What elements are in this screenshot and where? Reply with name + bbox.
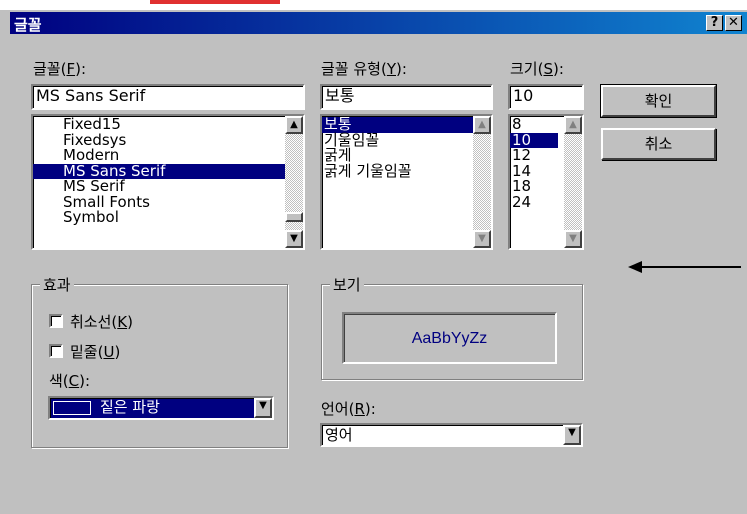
size-label: 크기(S): — [510, 58, 564, 79]
scroll-down-icon[interactable]: ▼ — [564, 230, 582, 248]
script-label: 언어(R): — [321, 398, 376, 419]
color-mnemonic: C — [68, 372, 80, 390]
cancel-button[interactable]: 취소 — [601, 128, 716, 160]
effects-group — [31, 284, 288, 448]
style-label: 글꼴 유형(Y): — [321, 58, 407, 79]
script-label-text: 언어( — [321, 400, 355, 418]
color-swatch — [53, 401, 91, 415]
font-label-end: ): — [75, 60, 86, 78]
ok-button[interactable]: 확인 — [600, 84, 717, 118]
font-list-scrollbar[interactable]: ▲ ▼ — [285, 116, 303, 248]
style-label-end: ): — [396, 60, 407, 78]
strikeout-label[interactable]: 취소선(K) — [70, 311, 133, 332]
scroll-down-icon[interactable]: ▼ — [285, 230, 303, 248]
sample-preview: AaBbYyZz — [342, 312, 557, 364]
underline-mnemonic: U — [103, 343, 115, 361]
font-input[interactable]: MS Sans Serif — [31, 84, 305, 110]
script-value: 영어 — [325, 426, 353, 444]
size-label-end: ): — [552, 60, 564, 78]
font-mnemonic: F — [66, 60, 76, 78]
size-list-item[interactable]: 24 — [510, 194, 558, 211]
underline-label-text: 밑줄( — [70, 343, 104, 361]
size-input[interactable]: 10 — [508, 84, 584, 110]
close-button[interactable]: ✕ — [725, 15, 742, 31]
font-list[interactable]: Fixed15 Fixedsys Modern MS Sans Serif MS Ser… — [31, 114, 305, 250]
color-label: 색(C): — [49, 370, 90, 391]
size-list-items: 8 10 12 14 18 24 — [510, 116, 558, 210]
size-list[interactable]: 8 10 12 14 18 24 ▲ ▼ — [508, 114, 584, 250]
font-list-items: Fixed15 Fixedsys Modern MS Sans Serif MS Ser… — [33, 116, 303, 226]
effects-title: 효과 — [40, 274, 74, 295]
strikeout-label-text: 취소선( — [70, 313, 118, 331]
sample-text: AaBbYyZz — [411, 330, 488, 347]
style-input[interactable]: 보통 — [320, 84, 493, 110]
scroll-up-icon[interactable]: ▲ — [473, 116, 491, 134]
background-red-mark — [150, 0, 280, 4]
script-select[interactable]: 영어 ▼ — [320, 423, 583, 447]
color-select[interactable]: 짙은 파랑 ▼ — [48, 396, 274, 420]
style-list[interactable]: 보통 기울임꼴 굵게 굵게 기울임꼴 ▲ ▼ — [320, 114, 493, 250]
color-label-text: 색( — [49, 372, 69, 390]
color-label-end: ): — [79, 372, 91, 390]
sample-title: 보기 — [330, 274, 364, 295]
style-label-text: 글꼴 유형( — [321, 60, 387, 78]
font-list-item[interactable]: Symbol — [33, 210, 303, 226]
font-label: 글꼴(F): — [33, 58, 86, 79]
scroll-up-icon[interactable]: ▲ — [564, 116, 582, 134]
style-list-items: 보통 기울임꼴 굵게 굵게 기울임꼴 — [322, 116, 491, 179]
scroll-thumb[interactable] — [285, 212, 303, 222]
style-list-scrollbar[interactable]: ▲ ▼ — [473, 116, 491, 248]
strikeout-label-end: ) — [127, 313, 133, 331]
scroll-up-icon[interactable]: ▲ — [285, 116, 303, 134]
script-mnemonic: R — [354, 400, 365, 418]
annotation-arrow-icon — [628, 261, 642, 273]
scroll-down-icon[interactable]: ▼ — [473, 230, 491, 248]
strikeout-mnemonic: K — [117, 313, 128, 331]
style-list-item[interactable]: 굵게 기울임꼴 — [322, 163, 491, 180]
underline-label[interactable]: 밑줄(U) — [70, 341, 120, 362]
size-label-text: 크기( — [510, 60, 544, 78]
size-mnemonic: S — [543, 60, 553, 78]
dropdown-icon[interactable]: ▼ — [254, 398, 272, 418]
dropdown-icon[interactable]: ▼ — [563, 425, 581, 445]
underline-label-end: ) — [114, 343, 121, 361]
annotation-arrow-line — [640, 266, 741, 268]
color-value: 짙은 파랑 — [100, 398, 160, 416]
style-mnemonic: Y — [386, 60, 396, 78]
strikeout-checkbox[interactable] — [49, 314, 63, 328]
background-strip — [0, 0, 747, 10]
underline-checkbox[interactable] — [49, 344, 63, 358]
font-label-text: 글꼴( — [33, 60, 67, 78]
help-button[interactable]: ? — [706, 15, 723, 31]
title-bar: 글꼴 ? ✕ — [10, 12, 747, 34]
size-list-scrollbar[interactable]: ▲ ▼ — [564, 116, 582, 248]
script-label-end: ): — [364, 400, 376, 418]
dialog-title: 글꼴 — [14, 16, 42, 34]
